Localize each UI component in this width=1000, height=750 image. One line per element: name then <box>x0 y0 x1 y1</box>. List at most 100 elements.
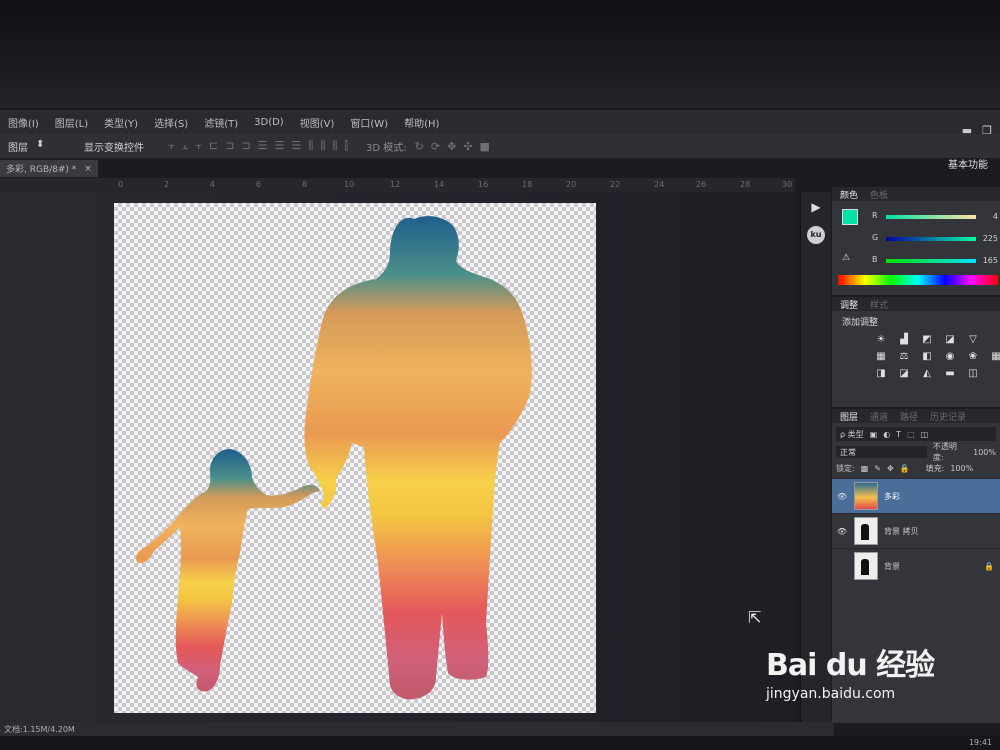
menu-image[interactable]: 图像(I) <box>0 115 47 130</box>
menu-filter[interactable]: 滤镜(T) <box>196 115 246 130</box>
fill-value[interactable]: 100% <box>950 464 973 473</box>
curves-icon[interactable]: ◩ <box>920 334 934 346</box>
r-slider[interactable]: R 4 <box>872 211 998 225</box>
close-icon[interactable]: × <box>84 164 92 174</box>
ruler-tick: 12 <box>390 180 401 189</box>
distribute-vcenter-icon[interactable]: ☰ <box>275 139 285 153</box>
filter-shape-icon[interactable]: ⬚ <box>907 430 915 439</box>
filter-pixel-icon[interactable]: ▣ <box>870 430 878 439</box>
layer-name[interactable]: 背景 拷贝 <box>884 526 1000 537</box>
ruler-tick: 28 <box>740 180 751 189</box>
lock-brush-icon[interactable]: ✎ <box>874 464 881 473</box>
align-hcenter-icon[interactable]: ⊐ <box>225 139 234 153</box>
lock-move-icon[interactable]: ✥ <box>887 464 894 473</box>
3d-pan-icon[interactable]: ✥ <box>447 140 456 153</box>
selective-color-icon[interactable]: ◫ <box>966 368 980 380</box>
eye-icon[interactable]: 👁 <box>836 492 848 501</box>
menu-window[interactable]: 窗口(W) <box>342 115 396 130</box>
tab-color[interactable]: 颜色 <box>840 188 858 201</box>
brightness-icon[interactable]: ☀ <box>874 334 888 346</box>
ruler-tick: 8 <box>302 180 308 189</box>
foreground-color-swatch[interactable] <box>842 209 858 225</box>
tab-history[interactable]: 历史记录 <box>930 410 966 423</box>
distribute-right-icon[interactable]: ⫼ <box>332 139 337 153</box>
adjustments-panel: 调整 样式 添加调整 ☀ ▟ ◩ ◪ ▽ ▦ ⚖ ◧ ◉ ❀ ▦ ◨ ◪ ◭ ▬… <box>832 296 1000 407</box>
ruler-tick: 0 <box>118 180 124 189</box>
hue-icon[interactable]: ▦ <box>874 351 888 363</box>
tab-channels[interactable]: 通道 <box>870 410 888 423</box>
menu-view[interactable]: 视图(V) <box>292 115 343 130</box>
menu-type[interactable]: 类型(Y) <box>96 115 146 130</box>
filter-type-icon[interactable]: T <box>896 430 901 439</box>
blend-mode-select[interactable]: 正常 <box>836 446 927 458</box>
layer-row-background-copy[interactable]: 👁 背景 拷贝 <box>832 513 1000 548</box>
play-icon[interactable]: ▶ <box>807 200 825 218</box>
filter-smart-icon[interactable]: ◫ <box>921 430 929 439</box>
eye-icon[interactable]: 👁 <box>836 527 848 536</box>
color-lookup-icon[interactable]: ▦ <box>989 351 1000 363</box>
tab-layers[interactable]: 图层 <box>840 410 858 423</box>
3d-scale-icon[interactable]: ■ <box>480 140 490 153</box>
menu-bar: 图像(I) 图层(L) 类型(Y) 选择(S) 滤镜(T) 3D(D) 视图(V… <box>0 110 1000 134</box>
layer-row-background[interactable]: 背景 🔒 <box>832 548 1000 583</box>
workspace-switcher[interactable]: 基本功能 <box>948 156 988 171</box>
3d-rotate-icon[interactable]: ↻ <box>415 140 424 153</box>
vibrance-icon[interactable]: ▽ <box>966 334 980 346</box>
document-canvas[interactable] <box>114 203 596 713</box>
g-slider[interactable]: G 225 <box>872 233 998 247</box>
show-transform-controls-checkbox[interactable]: 显示变换控件 <box>84 139 144 154</box>
threshold-icon[interactable]: ◭ <box>920 368 934 380</box>
align-bottom-icon[interactable]: ⫟ <box>195 139 202 153</box>
distribute-bottom-icon[interactable]: ☰ <box>291 139 301 153</box>
distribute-hcenter-icon[interactable]: ⫼ <box>320 139 325 153</box>
levels-icon[interactable]: ▟ <box>897 334 911 346</box>
layer-thumbnail <box>854 482 878 510</box>
layer-name[interactable]: 背景 <box>884 561 978 572</box>
align-right-icon[interactable]: ⊐ <box>241 139 250 153</box>
document-size-info[interactable]: 文档:1.15M/4.20M <box>4 724 75 735</box>
layer-filter-dropdown[interactable]: ρ 类型 <box>840 429 864 440</box>
align-vcenter-icon[interactable]: ⫠ <box>182 139 189 153</box>
baidu-watermark: Bai du 经验 jingyan.baidu.com <box>766 640 935 702</box>
auto-align-icon[interactable]: ⫿ <box>344 139 348 153</box>
align-top-icon[interactable]: ⫟ <box>168 139 175 153</box>
auto-select-dropdown[interactable]: 图层 ⬍ <box>8 139 54 154</box>
ruler-tick: 20 <box>566 180 577 189</box>
3d-slide-icon[interactable]: ✣ <box>463 140 472 153</box>
os-taskbar: 19:41 <box>0 736 1000 750</box>
invert-icon[interactable]: ◨ <box>874 368 888 380</box>
ruler-tick: 4 <box>210 180 216 189</box>
tab-styles[interactable]: 样式 <box>870 298 888 311</box>
3d-mode-icons: ↻ ⟳ ✥ ✣ ■ <box>415 140 490 153</box>
color-panel: 颜色 色板 ⚠ R 4 G 225 B 165 <box>832 186 1000 295</box>
b-slider[interactable]: B 165 <box>872 255 998 269</box>
menu-help[interactable]: 帮助(H) <box>396 115 447 130</box>
filter-adjustment-icon[interactable]: ◐ <box>883 430 890 439</box>
photo-filter-icon[interactable]: ◉ <box>943 351 957 363</box>
color-spectrum-ramp[interactable] <box>838 275 998 285</box>
distribute-left-icon[interactable]: ⫼ <box>308 139 313 153</box>
menu-3d[interactable]: 3D(D) <box>246 117 292 128</box>
layer-name[interactable]: 多彩 <box>884 491 1000 502</box>
document-tab[interactable]: 多彩, RGB/8#) * × <box>0 160 98 177</box>
exposure-icon[interactable]: ◪ <box>943 334 957 346</box>
ku-plugin-icon[interactable]: ku <box>807 226 825 244</box>
color-balance-icon[interactable]: ⚖ <box>897 351 911 363</box>
posterize-icon[interactable]: ◪ <box>897 368 911 380</box>
opacity-value[interactable]: 100% <box>973 448 996 457</box>
menu-select[interactable]: 选择(S) <box>146 115 196 130</box>
tab-swatches[interactable]: 色板 <box>870 188 888 201</box>
layer-row-colorful[interactable]: 👁 多彩 <box>832 478 1000 513</box>
tab-adjustments[interactable]: 调整 <box>840 298 858 311</box>
distribute-top-icon[interactable]: ☰ <box>258 139 268 153</box>
channel-mixer-icon[interactable]: ❀ <box>966 351 980 363</box>
lock-transparency-icon[interactable]: ▩ <box>861 464 869 473</box>
lock-all-icon[interactable]: 🔒 <box>900 464 910 473</box>
gradient-map-icon[interactable]: ▬ <box>943 368 957 380</box>
bw-icon[interactable]: ◧ <box>920 351 934 363</box>
gamut-warning-icon[interactable]: ⚠ <box>842 253 850 263</box>
menu-layer[interactable]: 图层(L) <box>47 115 96 130</box>
tab-paths[interactable]: 路径 <box>900 410 918 423</box>
3d-roll-icon[interactable]: ⟳ <box>431 140 440 153</box>
align-left-icon[interactable]: ⊏ <box>209 139 218 153</box>
